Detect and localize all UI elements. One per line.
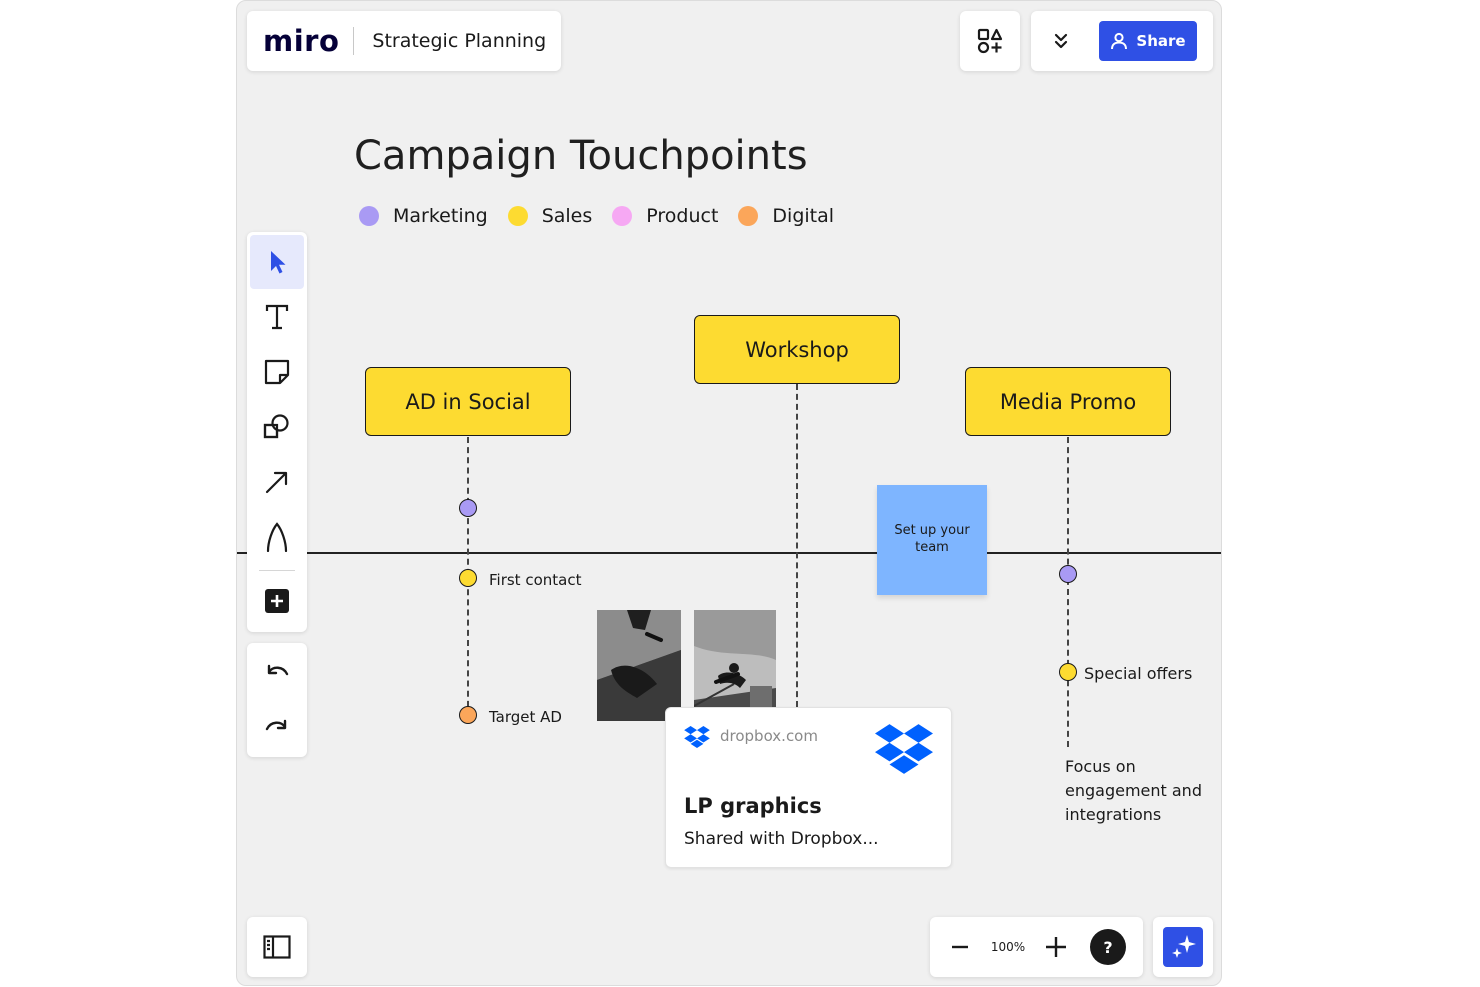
shapes-tool[interactable] — [250, 400, 304, 454]
photo-skater-jump[interactable] — [694, 610, 776, 721]
label-first-contact[interactable]: First contact — [489, 571, 581, 589]
card-media-promo[interactable]: Media Promo — [965, 367, 1171, 436]
text-tool[interactable] — [250, 290, 304, 344]
pen-icon — [266, 522, 288, 552]
pen-tool[interactable] — [250, 510, 304, 564]
more-apps-tool[interactable] — [250, 574, 304, 628]
legend-label: Marketing — [393, 205, 488, 227]
minus-icon — [952, 945, 968, 949]
share-button[interactable]: Share — [1099, 21, 1197, 61]
redo-button[interactable] — [250, 701, 304, 755]
plus-square-icon — [265, 589, 289, 613]
arrow-icon — [265, 471, 288, 494]
skater-jump-image — [694, 610, 776, 721]
touchpoint-dot-sales[interactable] — [1059, 663, 1077, 681]
undo-button[interactable] — [250, 646, 304, 700]
ai-assist-button[interactable] — [1153, 917, 1213, 977]
touchpoint-dot-marketing[interactable] — [459, 499, 477, 517]
zoom-controls: 100% ? — [930, 917, 1143, 977]
timeline-line[interactable] — [237, 552, 1221, 554]
legend-dot — [359, 206, 379, 226]
photo-skateboard-shadow[interactable] — [597, 610, 681, 721]
legend-label: Product — [646, 205, 719, 227]
legend-label: Sales — [541, 205, 593, 227]
touchpoint-dot-marketing[interactable] — [1059, 565, 1077, 583]
connector-workshop[interactable] — [796, 384, 798, 707]
board-name[interactable]: Strategic Planning — [354, 30, 546, 52]
dropbox-link-card[interactable]: dropbox.com LP graphics Shared with Drop… — [665, 707, 952, 868]
skateboard-shadow-image — [597, 610, 681, 721]
redo-icon — [265, 719, 287, 731]
connection-line-tool[interactable] — [250, 455, 304, 509]
sticky-note-icon — [264, 359, 290, 385]
legend-dot — [738, 206, 759, 226]
zoom-level[interactable]: 100% — [990, 940, 1026, 954]
legend-item-sales[interactable]: Sales — [507, 205, 593, 227]
creation-toolbar — [247, 232, 307, 632]
text-note-focus[interactable]: Focus on engagement and integrations — [1065, 755, 1215, 827]
legend-dot — [612, 206, 633, 226]
plus-icon — [1046, 937, 1066, 957]
apps-icon — [977, 28, 1003, 54]
connector-media-promo[interactable] — [1067, 437, 1069, 747]
dropbox-small-icon — [684, 726, 710, 748]
legend-item-digital[interactable]: Digital — [738, 205, 834, 227]
card-workshop[interactable]: Workshop — [694, 315, 900, 384]
legend-label: Digital — [772, 205, 835, 227]
dropbox-logo-icon — [875, 724, 933, 774]
zoom-out-button[interactable] — [930, 917, 990, 977]
apps-button[interactable] — [960, 11, 1020, 71]
link-subtitle: Shared with Dropbox... — [684, 829, 879, 849]
link-title: LP graphics — [684, 794, 822, 818]
legend-item-marketing[interactable]: Marketing — [359, 205, 488, 227]
legend: Marketing Sales Product Digital — [359, 205, 854, 227]
sticky-note[interactable]: Set up your team — [877, 485, 987, 595]
ai-assist-badge — [1163, 927, 1203, 967]
collaboration-panel: Share — [1031, 11, 1213, 71]
legend-dot — [507, 206, 528, 226]
label-target-ad[interactable]: Target AD — [489, 708, 562, 726]
board-header: miro Strategic Planning — [247, 11, 561, 71]
link-domain: dropbox.com — [720, 727, 818, 745]
legend-item-product[interactable]: Product — [612, 205, 718, 227]
board-title[interactable]: Campaign Touchpoints — [354, 133, 808, 179]
zoom-in-button[interactable] — [1026, 917, 1086, 977]
shapes-icon — [263, 414, 289, 439]
select-tool[interactable] — [250, 235, 304, 289]
chevron-double-down-icon — [1054, 33, 1068, 49]
help-button[interactable]: ? — [1090, 929, 1126, 965]
expand-button[interactable] — [1031, 11, 1091, 71]
sticky-note-tool[interactable] — [250, 345, 304, 399]
touchpoint-dot-digital[interactable] — [459, 706, 477, 724]
history-toolbar — [247, 643, 307, 757]
label-special-offers[interactable]: Special offers — [1084, 664, 1192, 683]
share-label: Share — [1136, 32, 1186, 50]
undo-icon — [267, 664, 289, 676]
sidebar-icon — [263, 935, 291, 959]
cursor-icon — [271, 251, 286, 274]
card-ad-in-social[interactable]: AD in Social — [365, 367, 571, 436]
sparkle-icon — [1172, 935, 1196, 958]
toolbar-divider — [259, 570, 295, 571]
board-canvas[interactable]: miro Strategic Planning Share Campaign T… — [236, 0, 1222, 986]
user-icon — [1111, 32, 1128, 50]
text-icon — [265, 304, 289, 330]
miro-logo[interactable]: miro — [247, 24, 353, 58]
frames-panel-button[interactable] — [247, 917, 307, 977]
touchpoint-dot-sales[interactable] — [459, 569, 477, 587]
